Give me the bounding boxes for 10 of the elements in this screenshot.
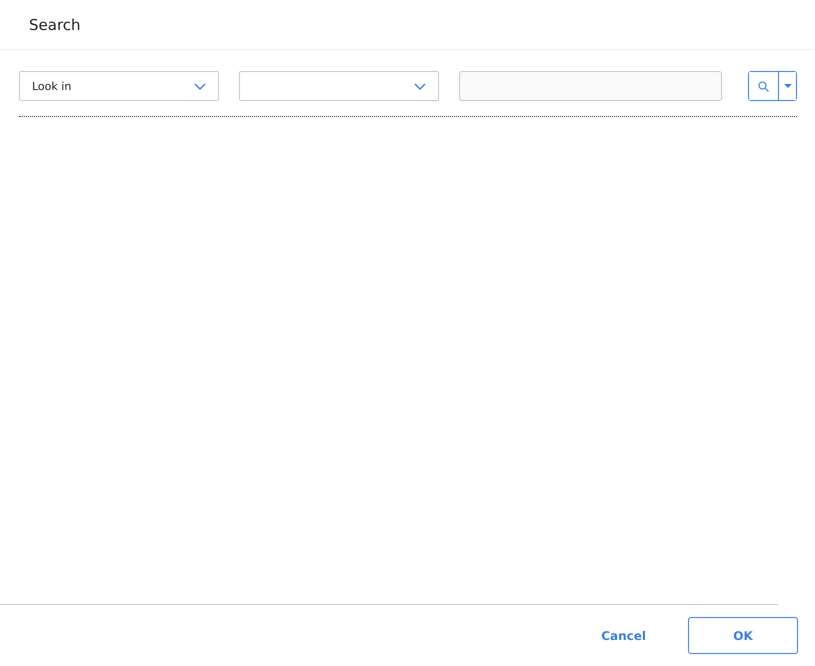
dropdown[interactable]: Look in [19, 71, 219, 101]
dropdown-button[interactable] [778, 72, 796, 100]
search-field[interactable] [459, 71, 722, 101]
dropdown-value: Look in [32, 80, 72, 92]
caret-icon [784, 84, 792, 88]
search-icon [758, 80, 769, 92]
ok-button[interactable]: OK [688, 617, 798, 654]
dialog-title: Search [29, 16, 81, 34]
chevron-down-icon [194, 82, 206, 90]
chevron-down-icon [414, 82, 426, 90]
